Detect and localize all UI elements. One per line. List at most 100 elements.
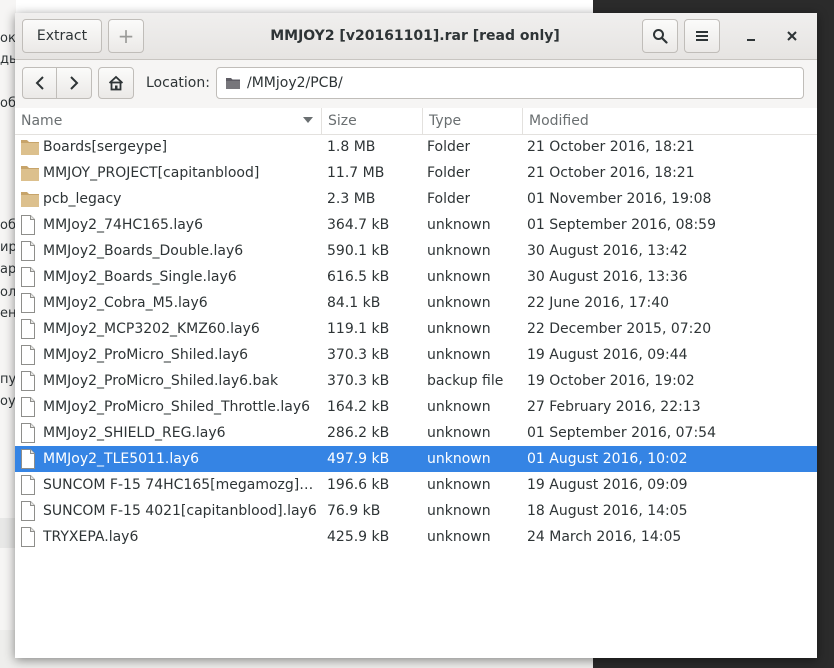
file-type: unknown	[427, 295, 491, 311]
file-name: MMJoy2_TLE5011.lay6	[43, 451, 199, 467]
file-row[interactable]: MMJOY_PROJECT[capitanblood] 11.7 MB Folder…	[15, 160, 817, 186]
file-icon	[20, 238, 40, 264]
file-row[interactable]: MMJoy2_ProMicro_Shiled.lay6 370.3 kB unkno…	[15, 342, 817, 368]
file-size: 2.3 MB	[327, 191, 376, 207]
file-modified: 22 June 2016, 17:40	[527, 295, 670, 311]
background-window-left: ок ды об об ир ар ол ено пу оуВ	[0, 0, 16, 668]
file-size: 497.9 kB	[327, 451, 390, 467]
folder-icon	[20, 134, 40, 160]
file-type: unknown	[427, 477, 491, 493]
file-icon	[20, 524, 40, 550]
file-type: unknown	[427, 399, 491, 415]
location-bar: Location: /MMjoy2/PCB/	[15, 60, 817, 113]
file-row[interactable]: MMJoy2_MCP3202_KMZ60.lay6 119.1 kB unknown…	[15, 316, 817, 342]
file-row[interactable]: MMJoy2_Boards_Single.lay6 616.5 kB unknown…	[15, 264, 817, 290]
close-button[interactable]	[775, 19, 809, 53]
background-text: об	[0, 218, 16, 233]
location-input[interactable]: /MMjoy2/PCB/	[216, 67, 804, 99]
close-icon	[787, 31, 797, 41]
sort-descending-icon	[303, 117, 313, 123]
file-type: unknown	[427, 243, 491, 259]
background-text: пу	[0, 372, 16, 387]
file-name: MMJoy2_ProMicro_Shiled.lay6	[43, 347, 249, 363]
file-name: MMJoy2_Cobra_M5.lay6	[43, 295, 208, 311]
extract-button[interactable]: Extract	[22, 19, 102, 53]
file-icon	[20, 420, 40, 446]
file-icon	[20, 472, 40, 498]
file-row[interactable]: MMJoy2_SHIELD_REG.lay6 286.2 kB unknown 01 …	[15, 420, 817, 446]
home-button[interactable]	[98, 67, 134, 99]
file-type: Folder	[427, 139, 471, 155]
column-type-label: Type	[429, 113, 462, 129]
background-text: ар	[0, 262, 16, 277]
file-modified: 21 October 2016, 18:21	[527, 165, 695, 181]
minimize-button[interactable]	[734, 19, 768, 53]
column-name-label: Name	[21, 113, 63, 129]
file-name: MMJoy2_Boards_Double.lay6	[43, 243, 244, 259]
file-modified: 24 March 2016, 14:05	[527, 529, 682, 545]
chevron-left-icon	[35, 76, 44, 90]
file-size: 590.1 kB	[327, 243, 390, 259]
file-type: unknown	[427, 347, 491, 363]
file-name: SUNCOM F-15 4021[capitanblood].lay6	[43, 503, 317, 519]
file-row[interactable]: Boards[sergeype] 1.8 MB Folder 21 October 2…	[15, 134, 817, 160]
file-icon	[20, 290, 40, 316]
column-type[interactable]: Type	[422, 108, 522, 134]
file-row[interactable]: SUNCOM F-15 74HC165[megamozg].la... 196.6…	[15, 472, 817, 498]
file-size: 84.1 kB	[327, 295, 381, 311]
file-modified: 21 October 2016, 18:21	[527, 139, 695, 155]
background-panel	[0, 518, 16, 548]
window-title: MMJOY2 [v20161101].rar [read only]	[270, 28, 560, 44]
file-row[interactable]: MMJoy2_Cobra_M5.lay6 84.1 kB unknown 22 Jun…	[15, 290, 817, 316]
background-text: оуВ	[0, 394, 16, 409]
file-row[interactable]: MMJoy2_74HC165.lay6 364.7 kB unknown 01 Sep…	[15, 212, 817, 238]
column-size-label: Size	[328, 113, 357, 129]
file-size: 196.6 kB	[327, 477, 390, 493]
column-size[interactable]: Size	[321, 108, 422, 134]
search-icon	[653, 29, 668, 44]
file-modified: 01 August 2016, 10:02	[527, 451, 688, 467]
background-text: ир	[0, 240, 16, 255]
file-size: 370.3 kB	[327, 373, 390, 389]
file-modified: 22 December 2015, 07:20	[527, 321, 712, 337]
file-row[interactable]: MMJoy2_ProMicro_Shiled_Throttle.lay6 164.…	[15, 394, 817, 420]
column-name[interactable]: Name	[15, 108, 321, 134]
file-name: SUNCOM F-15 74HC165[megamozg].la...	[43, 477, 317, 493]
forward-button[interactable]	[57, 67, 92, 99]
search-button[interactable]	[642, 19, 678, 53]
file-name: MMJoy2_MCP3202_KMZ60.lay6	[43, 321, 260, 337]
file-name: TRYXEPA.lay6	[43, 529, 139, 545]
file-size: 370.3 kB	[327, 347, 390, 363]
file-row[interactable]: MMJoy2_ProMicro_Shiled.lay6.bak 370.3 kB b…	[15, 368, 817, 394]
file-row[interactable]: pcb_legacy 2.3 MB Folder 01 November 2016, …	[15, 186, 817, 212]
file-row[interactable]: MMJoy2_TLE5011.lay6 497.9 kB unknown 01 Aug…	[15, 446, 817, 472]
background-text: об	[0, 96, 16, 111]
file-name: MMJoy2_Boards_Single.lay6	[43, 269, 237, 285]
menu-button[interactable]	[684, 19, 720, 53]
location-label: Location:	[146, 75, 210, 91]
chevron-right-icon	[70, 76, 79, 90]
file-icon	[20, 316, 40, 342]
file-size: 164.2 kB	[327, 399, 390, 415]
file-type: unknown	[427, 269, 491, 285]
column-modified[interactable]: Modified	[522, 108, 817, 134]
file-type: unknown	[427, 451, 491, 467]
file-name: MMJoy2_ProMicro_Shiled.lay6.bak	[43, 373, 279, 389]
file-type: unknown	[427, 503, 491, 519]
file-row[interactable]: MMJoy2_Boards_Double.lay6 590.1 kB unknown…	[15, 238, 817, 264]
file-icon	[20, 446, 40, 472]
background-text: ок	[0, 31, 16, 46]
file-size: 286.2 kB	[327, 425, 390, 441]
file-modified: 18 August 2016, 14:05	[527, 503, 688, 519]
file-type: unknown	[427, 321, 491, 337]
file-type: unknown	[427, 217, 491, 233]
file-row[interactable]: SUNCOM F-15 4021[capitanblood].lay6 76.9 …	[15, 498, 817, 524]
add-files-button[interactable]: +	[108, 19, 144, 53]
hamburger-menu-icon	[696, 31, 708, 41]
folder-icon	[20, 186, 40, 212]
back-button[interactable]	[22, 67, 57, 99]
file-modified: 19 August 2016, 09:09	[527, 477, 688, 493]
file-name: MMJoy2_SHIELD_REG.lay6	[43, 425, 226, 441]
file-row[interactable]: TRYXEPA.lay6 425.9 kB unknown 24 March 2016…	[15, 524, 817, 550]
navigation-buttons	[22, 67, 92, 99]
